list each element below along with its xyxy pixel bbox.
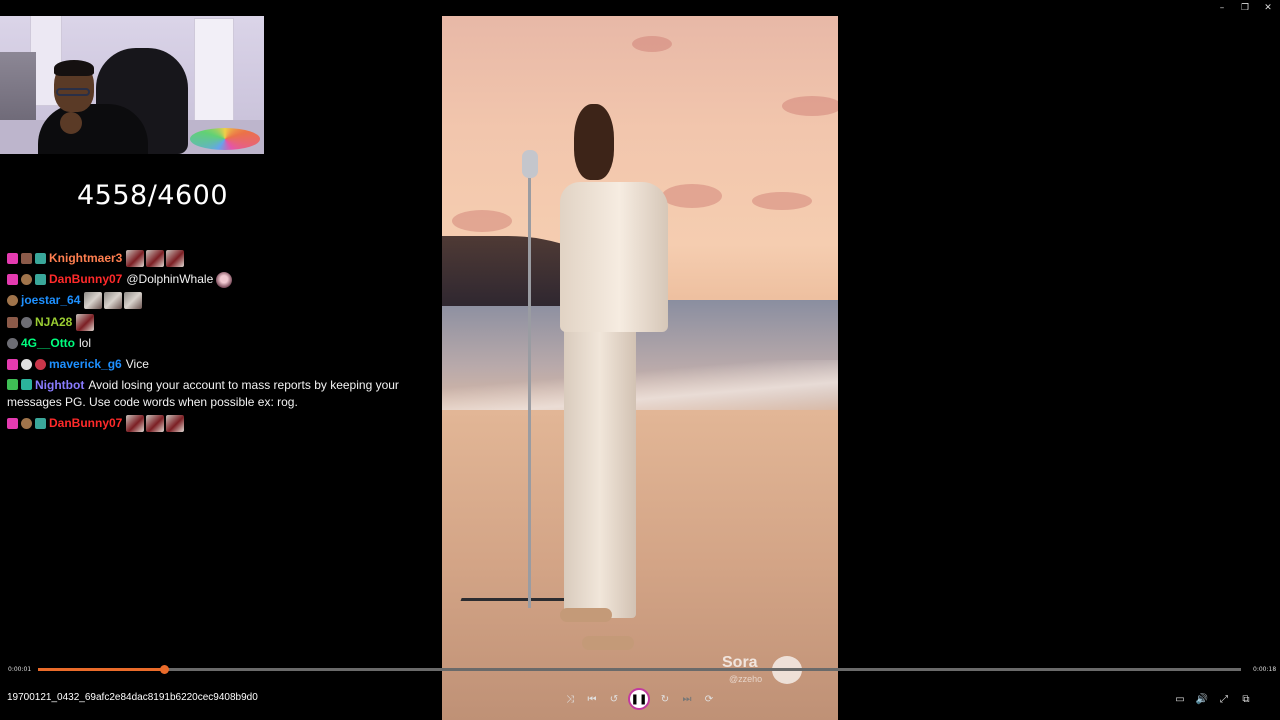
gift-badge-icon[interactable]	[35, 418, 46, 430]
minimize-button[interactable]: –	[1211, 0, 1233, 16]
webcam-overlay	[0, 0, 264, 154]
file-name: 19700121_0432_69afc2e84dac8191b6220cec94…	[7, 692, 258, 703]
fullscreen-icon[interactable]: ⤢	[1214, 689, 1234, 709]
chat-username[interactable]: Knightmaer3	[49, 250, 122, 267]
chat-emote[interactable]	[166, 250, 185, 267]
restore-button[interactable]: ❐	[1234, 0, 1256, 16]
chat-emote[interactable]	[216, 271, 233, 288]
chat-emote[interactable]	[76, 313, 95, 331]
previous-icon[interactable]: ⏮	[582, 689, 602, 709]
mod-badge-icon[interactable]	[21, 358, 32, 370]
volume-icon[interactable]: 🔊	[1192, 689, 1212, 709]
green-badge-icon[interactable]	[7, 379, 18, 391]
bits-badge-icon[interactable]	[7, 295, 18, 307]
chat-emote[interactable]	[124, 292, 143, 310]
singer	[560, 182, 668, 332]
chat-message: NJA28	[7, 313, 407, 331]
rewind-icon[interactable]: ↺	[604, 689, 624, 709]
chat-username[interactable]: Nightbot	[35, 378, 84, 392]
bits-badge-icon[interactable]	[21, 418, 32, 430]
chat-message: joestar_64	[7, 292, 407, 310]
chat-emote[interactable]	[104, 292, 123, 310]
microphone	[522, 150, 538, 178]
pause-button[interactable]: ❚❚	[628, 688, 650, 710]
chat-emote[interactable]	[126, 415, 145, 433]
seek-handle[interactable]	[160, 665, 170, 674]
chat-emote[interactable]	[166, 415, 185, 433]
close-button[interactable]: ✕	[1257, 0, 1279, 16]
title-bar: – ❐ ✕	[0, 0, 1280, 16]
chat-message: DanBunny07 @DolphinWhale	[7, 271, 407, 288]
gray-badge-icon[interactable]	[21, 316, 32, 328]
chat-username[interactable]: 4G__Otto	[21, 335, 75, 352]
chat-emote[interactable]	[146, 250, 165, 267]
seek-bar[interactable]	[38, 665, 1241, 674]
gray-badge-icon[interactable]	[7, 337, 18, 349]
sora-handle: @zzeho	[729, 674, 763, 684]
bits-badge-icon[interactable]	[21, 274, 32, 286]
chat-message-text: Vice	[125, 356, 149, 371]
heart-badge-icon[interactable]	[7, 358, 18, 370]
chat-emote[interactable]	[126, 250, 145, 267]
gift-badge-icon[interactable]	[35, 274, 46, 286]
heart-badge-icon[interactable]	[7, 274, 18, 286]
miniplayer-icon[interactable]: ▭	[1170, 689, 1190, 709]
forward-icon[interactable]: ↻	[655, 689, 675, 709]
current-time: 0:00:01	[8, 666, 32, 673]
repeat-icon[interactable]: ⟳	[699, 689, 719, 709]
next-icon[interactable]: ⏭	[677, 689, 697, 709]
video-frame[interactable]: Sora @zzeho	[442, 0, 838, 720]
chat-message-text: lol	[79, 335, 92, 350]
stream-goal-counter: 4558/4600	[76, 180, 229, 211]
gift-badge-icon[interactable]	[35, 253, 46, 264]
total-time: 0:00:18	[1253, 666, 1277, 673]
heart-badge-icon[interactable]	[7, 253, 18, 264]
crown-badge-icon[interactable]	[7, 316, 18, 328]
chat-username[interactable]: DanBunny07	[49, 271, 122, 288]
shuffle-icon[interactable]: ⤨	[560, 689, 580, 709]
chat-username[interactable]: joestar_64	[21, 292, 80, 309]
chat-mention[interactable]: @DolphinWhale	[126, 271, 213, 288]
more-options-icon[interactable]: ⧉	[1236, 689, 1256, 709]
chat-emote[interactable]	[84, 292, 103, 310]
chat-username[interactable]: DanBunny07	[49, 415, 122, 432]
red-badge-icon[interactable]	[35, 358, 46, 370]
mic-stand	[528, 168, 531, 608]
chat-message: Nightbot Avoid losing your account to mas…	[7, 377, 407, 411]
chat-emote[interactable]	[146, 415, 165, 433]
heart-badge-icon[interactable]	[7, 418, 18, 430]
chat-message: maverick_g6 Vice	[7, 356, 407, 373]
chat-panel: Knightmaer3 DanBunny07 @DolphinWhale joesta…	[7, 250, 407, 437]
crown-badge-icon[interactable]	[21, 253, 32, 264]
teal-badge-icon[interactable]	[21, 379, 32, 391]
chat-message: DanBunny07	[7, 415, 407, 433]
chat-message: 4G__Otto lol	[7, 335, 407, 352]
chat-username[interactable]: NJA28	[35, 314, 72, 331]
chat-username[interactable]: maverick_g6	[49, 356, 122, 373]
chat-message: Knightmaer3	[7, 250, 407, 267]
seek-progress	[38, 668, 165, 671]
